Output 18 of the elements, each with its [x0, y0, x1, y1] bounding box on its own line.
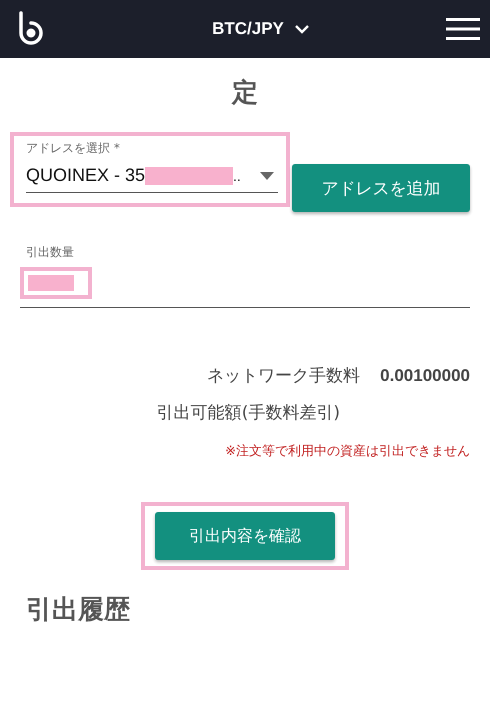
pair-selector[interactable]: BTC/JPY [212, 19, 310, 39]
add-address-button[interactable]: アドレスを追加 [292, 164, 470, 212]
address-select[interactable]: アドレスを選択 * QUOINEX - 35 .. [26, 140, 278, 193]
field-label: アドレスを選択 * [26, 140, 121, 157]
chevron-icon [294, 24, 310, 34]
page-title: 定 [230, 77, 259, 110]
warning-note: ※注文等で利用中の資産は引出できません [225, 443, 470, 460]
redaction-bar [28, 275, 74, 291]
confirm-button[interactable]: 引出内容を確認 [155, 512, 335, 560]
menu-icon[interactable] [446, 17, 480, 41]
caret-icon [260, 172, 274, 180]
available-label: 引出可能額(手数料差引) [156, 403, 340, 423]
fee-label: ネットワーク手数料 [207, 365, 360, 387]
fee-value: 0.00100000 [380, 366, 470, 386]
address-value: QUOINEX - 35 [26, 165, 146, 186]
section-heading: 引出履歴 [26, 594, 131, 627]
field-label: 引出数量 [26, 244, 75, 261]
ellipsis-text: .. [233, 168, 241, 184]
